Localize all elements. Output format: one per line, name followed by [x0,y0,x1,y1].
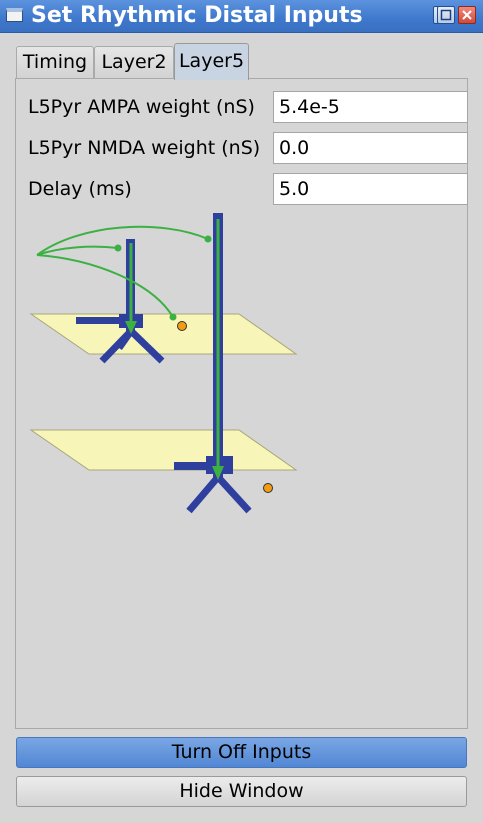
layer5-synapse-marker [263,483,273,493]
field-row-delay: Delay (ms) [28,173,468,205]
field-row-ampa: L5Pyr AMPA weight (nS) [28,91,468,123]
field-row-nmda: L5Pyr NMDA weight (nS) [28,132,468,164]
tab-layer2[interactable]: Layer2 [94,46,174,79]
layer2-synapse-marker [177,321,187,331]
network-diagram [29,213,298,514]
field-label: L5Pyr NMDA weight (nS) [28,137,261,159]
field-label: L5Pyr AMPA weight (nS) [28,96,255,118]
window-title: Set Rhythmic Distal Inputs [31,3,363,28]
hide-window-button[interactable]: Hide Window [16,776,467,807]
layer5-plane [29,429,298,471]
tab-panel-layer5: L5Pyr AMPA weight (nS) L5Pyr NMDA weight… [15,78,468,729]
layer2-plane [29,313,298,355]
tab-timing[interactable]: Timing [16,46,94,79]
field-label: Delay (ms) [28,178,132,200]
nmda-weight-input[interactable] [273,132,468,164]
title-bar[interactable]: Set Rhythmic Distal Inputs [0,0,483,33]
tab-layer5[interactable]: Layer5 [174,43,249,80]
ampa-weight-input[interactable] [273,91,468,123]
distal-input-arrows [36,225,209,318]
turn-off-inputs-button[interactable]: Turn Off Inputs [16,737,467,768]
window-menu-icon[interactable] [6,8,23,22]
maximize-icon[interactable] [437,6,455,24]
delay-input[interactable] [273,173,468,205]
close-icon[interactable] [458,6,476,24]
